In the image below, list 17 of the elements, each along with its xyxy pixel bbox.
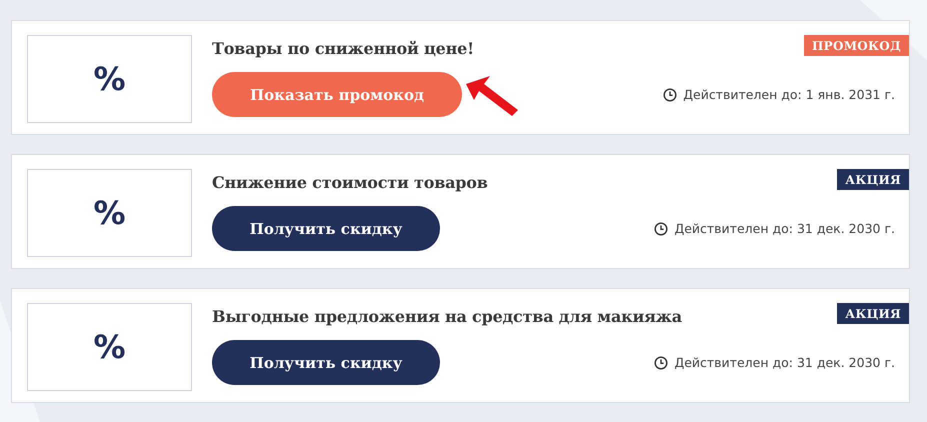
offer-title: Выгодные предложения на средства для макияжа — [212, 307, 682, 328]
offer-logo: % — [27, 35, 192, 123]
validity-date: Действителен до: 31 дек. 2030 г. — [674, 221, 895, 236]
validity-date: Действителен до: 1 янв. 2031 г. — [683, 87, 895, 102]
offer-logo: % — [27, 303, 192, 391]
offer-type-badge: АКЦИЯ — [837, 303, 909, 324]
clock-icon — [654, 222, 668, 236]
clock-icon — [654, 356, 668, 370]
offer-title: Товары по сниженной цене! — [212, 39, 474, 60]
offer-type-badge: АКЦИЯ — [837, 169, 909, 190]
offer-type-badge: ПРОМОКОД — [804, 35, 909, 56]
offer-logo: % — [27, 169, 192, 257]
offer-title: Снижение стоимости товаров — [212, 173, 488, 194]
offer-button[interactable]: Получить скидку — [212, 340, 440, 385]
offer-button[interactable]: Получить скидку — [212, 206, 440, 251]
validity-date: Действителен до: 31 дек. 2030 г. — [674, 355, 895, 370]
clock-icon — [663, 88, 678, 102]
